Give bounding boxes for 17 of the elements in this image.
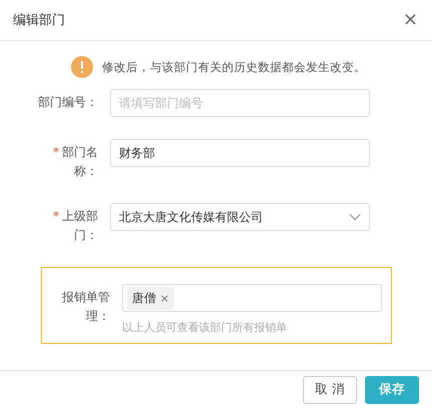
text-field[interactable]: 请填写部门编号 — [110, 89, 370, 117]
tag-label: 唐僧 — [132, 290, 156, 306]
text-field[interactable]: 财务部 — [110, 139, 370, 167]
chevron-down-icon — [349, 213, 361, 221]
select-field[interactable]: 北京大唐文化传媒有限公司 — [110, 203, 370, 231]
remove-tag-button[interactable]: × — [160, 292, 170, 304]
field-label: 报销单管理： — [61, 289, 110, 325]
field-label: * 上级部门： — [52, 208, 98, 244]
tag-field[interactable]: 唐僧 × — [122, 284, 382, 312]
warning-icon — [71, 56, 93, 78]
field-label: * 部门名称： — [52, 144, 98, 180]
notice-text: 修改后，与该部门有关的历史数据都会发生改变。 — [102, 60, 366, 74]
hint-text: 以上人员可查看该部门所有报销单 — [122, 320, 288, 335]
dialog-title: 编辑部门 — [13, 12, 65, 29]
cancel-button[interactable]: 取 消 — [303, 376, 357, 404]
field-label: 部门编号： — [38, 94, 98, 111]
close-button[interactable]: × — [400, 11, 420, 29]
